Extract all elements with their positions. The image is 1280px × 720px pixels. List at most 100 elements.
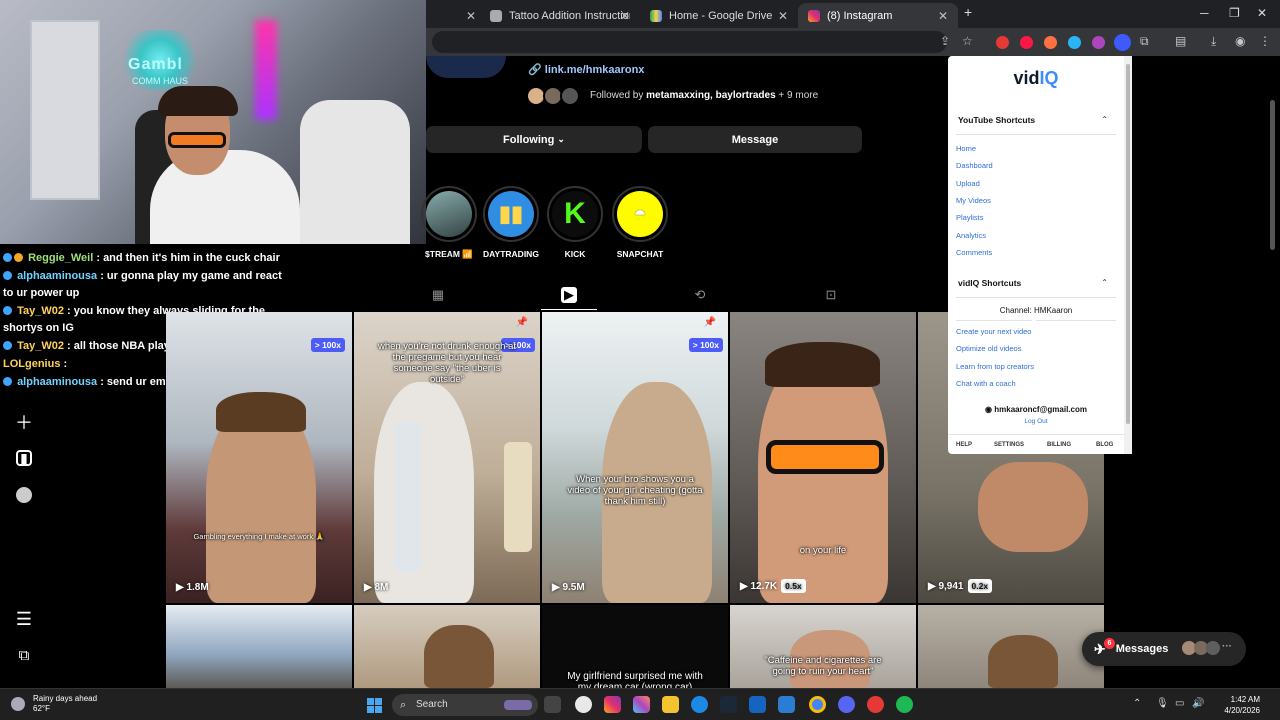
yt-link-analytics[interactable]: Analytics <box>956 231 986 240</box>
network-icon[interactable]: ▭ <box>1175 698 1184 709</box>
yt-link-upload[interactable]: Upload <box>956 179 980 188</box>
vidiq-help-link[interactable]: HELP <box>956 442 972 448</box>
vidiq-link-learn[interactable]: Learn from top creators <box>956 362 1034 371</box>
app-red-icon[interactable] <box>867 696 884 713</box>
microphone-icon[interactable]: 🎙 <box>1156 698 1169 709</box>
reel-tile[interactable]: 📌 > 100x when you're not drunk enough at… <box>354 312 540 603</box>
yt-link-dashboard[interactable]: Dashboard <box>956 161 993 170</box>
tagged-icon[interactable]: ⊡ <box>823 287 839 303</box>
create-plus-icon[interactable]: ＋ <box>14 413 34 433</box>
highlight-snapchat[interactable]: ◓ SNAPCHAT <box>612 186 668 259</box>
vidiq-link-optimize[interactable]: Optimize old videos <box>956 344 1021 353</box>
reel-tile[interactable]: on your life ▶ 12.7K 0.5x <box>730 312 916 603</box>
profile-icon[interactable]: ◉ <box>1235 34 1245 48</box>
extension-icon[interactable] <box>1044 36 1057 49</box>
page-scrollbar-thumb[interactable] <box>1270 100 1275 250</box>
followed-by-names: metamaxxing, baylortrades <box>646 90 776 101</box>
chrome-icon[interactable] <box>809 696 826 713</box>
copilot-icon[interactable] <box>633 696 650 713</box>
vidiq-link-create[interactable]: Create your next video <box>956 327 1031 336</box>
extension-icon[interactable] <box>1092 36 1105 49</box>
youtube-shortcuts-heading[interactable]: YouTube Shortcuts <box>958 115 1035 125</box>
maximize-icon[interactable]: ❐ <box>1229 6 1240 20</box>
close-icon[interactable]: ✕ <box>778 9 788 23</box>
menu-kebab-icon[interactable]: ⋮ <box>1259 34 1271 48</box>
more-menu-icon[interactable]: ☰ <box>14 609 34 629</box>
spotify-icon[interactable] <box>896 696 913 713</box>
highlight-daytrading[interactable]: ▮▮ DAYTRADING <box>483 186 539 259</box>
close-icon[interactable]: ✕ <box>466 9 476 23</box>
extension-icon[interactable] <box>1068 36 1081 49</box>
highlight-kick[interactable]: K KICK <box>547 186 603 259</box>
message-button[interactable]: Message <box>648 126 862 153</box>
highlight-stream[interactable]: $TREAM 📶 <box>421 186 477 259</box>
profile-link-text[interactable]: link.me/hmkaaronx <box>545 64 645 76</box>
browser-tab-tattoo[interactable]: Tattoo Addition Instructions ✕ <box>480 3 640 28</box>
taskbar-search-box[interactable]: ⌕ Search <box>392 694 538 716</box>
reel-tile[interactable] <box>354 605 540 688</box>
install-app-icon[interactable]: ⇪ <box>940 34 950 48</box>
window-close-icon[interactable]: ✕ <box>1257 6 1267 20</box>
instagram-app-icon[interactable] <box>604 696 621 713</box>
highlight-cover <box>426 191 472 237</box>
extension-icon[interactable] <box>996 36 1009 49</box>
vidiq-logout-link[interactable]: Log Out <box>948 418 1124 425</box>
vidiq-link-coach[interactable]: Chat with a coach <box>956 379 1016 388</box>
address-bar[interactable] <box>432 31 947 53</box>
dashboard-icon[interactable]: ▮ <box>16 450 32 466</box>
edge-icon[interactable] <box>691 696 708 713</box>
reel-tile[interactable]: My girlfriend surprised me with my dream… <box>542 605 728 688</box>
weather-widget[interactable]: Rainy days ahead 62°F <box>33 694 97 714</box>
download-icon[interactable]: ⤓ <box>1211 34 1216 49</box>
reel-tile[interactable] <box>918 605 1104 688</box>
followed-by-text[interactable]: Followed by metamaxxing, baylortrades + … <box>590 90 818 101</box>
profile-avatar-icon[interactable] <box>16 487 32 503</box>
grid-icon[interactable]: ▦ <box>430 287 446 303</box>
reel-tile[interactable] <box>166 605 352 688</box>
file-explorer-icon[interactable] <box>662 696 679 713</box>
minimize-icon[interactable]: ─ <box>1200 6 1209 20</box>
steam-icon[interactable] <box>720 696 737 713</box>
close-icon[interactable]: ✕ <box>938 9 948 23</box>
extensions-puzzle-icon[interactable]: ⧉ <box>1140 34 1149 49</box>
profile-link[interactable]: 🔗 link.me/hmkaaronx <box>528 63 644 76</box>
task-view-icon[interactable] <box>544 696 561 713</box>
reel-tile[interactable]: > 100x Gambling everything I make at wor… <box>166 312 352 603</box>
chat-username: alphaaminousa <box>17 376 98 388</box>
close-icon[interactable]: ✕ <box>620 9 630 23</box>
following-button[interactable]: Following ⌄ <box>426 126 642 153</box>
discord-icon[interactable] <box>838 696 855 713</box>
reel-tile[interactable]: 📌 > 100x When your bro shows you a video… <box>542 312 728 603</box>
vidiq-blog-link[interactable]: BLOG <box>1096 442 1113 448</box>
browser-tab-instagram[interactable]: (8) Instagram ✕ <box>798 3 958 28</box>
browser-tab-drive[interactable]: Home - Google Drive ✕ <box>640 3 798 28</box>
repost-icon[interactable]: ⟲ <box>692 287 708 303</box>
extension-icon[interactable] <box>1020 36 1033 49</box>
volume-icon[interactable]: 🔊 <box>1192 698 1204 709</box>
github-icon[interactable] <box>575 696 592 713</box>
vidiq-settings-link[interactable]: SETTINGS <box>994 442 1024 448</box>
vidiq-billing-link[interactable]: BILLING <box>1047 442 1071 448</box>
tray-overflow-icon[interactable]: ⌃ <box>1133 698 1141 709</box>
reels-icon[interactable]: ▶ <box>561 287 577 303</box>
store-icon[interactable] <box>749 696 766 713</box>
outlook-icon[interactable] <box>778 696 795 713</box>
reading-list-icon[interactable]: ▤ <box>1175 34 1186 48</box>
yt-link-my-videos[interactable]: My Videos <box>956 196 991 205</box>
vidiq-extension-icon[interactable] <box>1114 34 1131 51</box>
taskbar-clock[interactable]: 1:42 AM 4/20/2026 <box>1210 694 1260 716</box>
reel-tile[interactable]: "Caffeine and cigarettes are going to ru… <box>730 605 916 688</box>
chevron-up-icon[interactable]: ⌃ <box>1101 115 1108 124</box>
yt-link-home[interactable]: Home <box>956 144 976 153</box>
messages-button[interactable]: ✈ 6 Messages ··· <box>1082 632 1246 666</box>
browser-tab-partial[interactable]: ✕ <box>426 3 486 28</box>
vidiq-scrollbar-thumb[interactable] <box>1126 64 1130 424</box>
also-from-meta-icon[interactable]: ⧉ <box>14 646 34 666</box>
new-tab-button[interactable]: + <box>964 4 972 20</box>
windows-start-icon[interactable] <box>367 698 382 713</box>
chevron-up-icon[interactable]: ⌃ <box>1101 278 1108 287</box>
yt-link-playlists[interactable]: Playlists <box>956 213 984 222</box>
vidiq-shortcuts-heading[interactable]: vidIQ Shortcuts <box>958 278 1021 288</box>
yt-link-comments[interactable]: Comments <box>956 248 992 257</box>
bookmark-star-icon[interactable]: ☆ <box>962 34 973 48</box>
